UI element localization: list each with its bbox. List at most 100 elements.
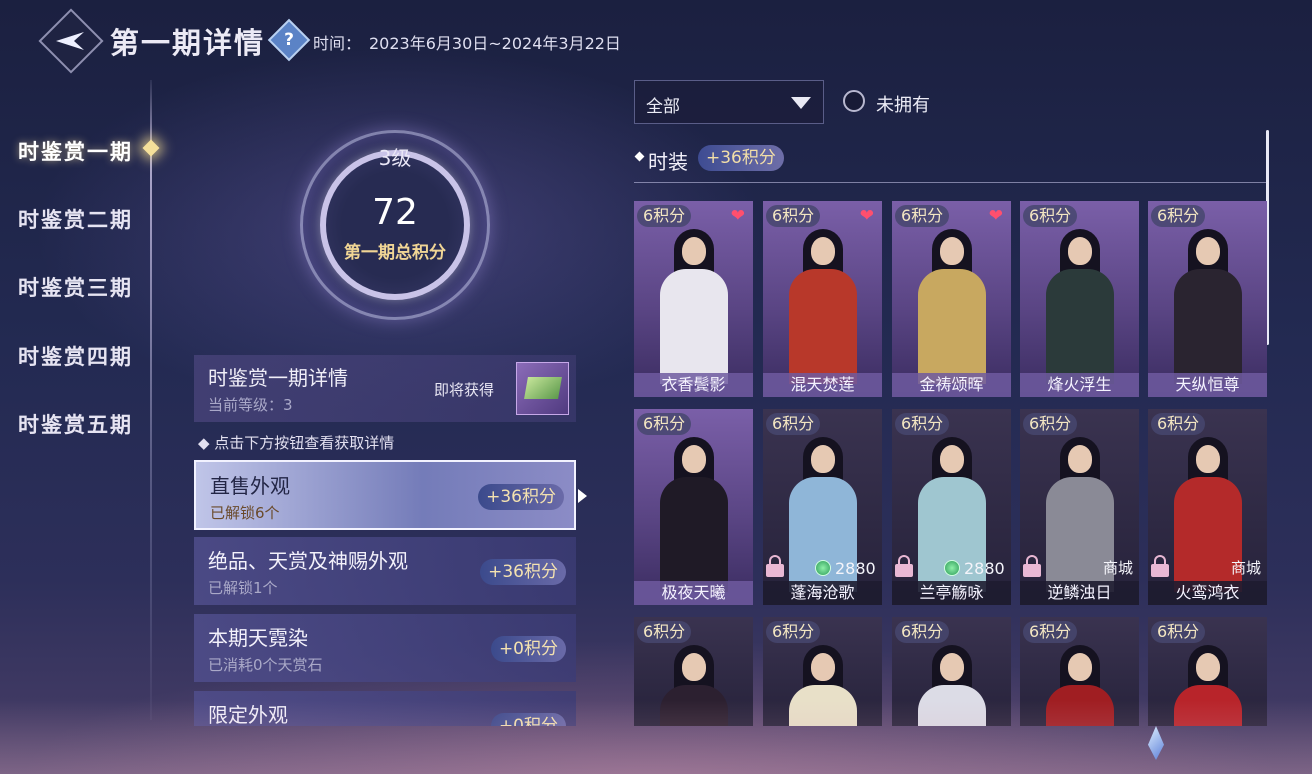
heart-icon[interactable]: ❤ xyxy=(989,208,1003,225)
outfit-card[interactable]: 6积分 ❤ 混天焚莲 xyxy=(763,201,882,397)
lock-icon xyxy=(1151,555,1169,577)
outfit-name: 逆鳞浊日 xyxy=(1020,581,1139,605)
outfit-card[interactable]: 6积分商城逆鳞浊日 xyxy=(1020,409,1139,605)
filter-value: 全部 xyxy=(646,97,680,117)
outfit-card[interactable]: 6积分 xyxy=(634,617,753,726)
outfit-name: 天纵恒尊 xyxy=(1148,373,1267,397)
outfit-points-badge: 6积分 xyxy=(637,205,692,227)
outfit-points-badge: 6积分 xyxy=(766,621,821,643)
question-icon[interactable]: ? xyxy=(267,18,311,62)
outfit-price: 2880 xyxy=(835,559,876,578)
outfit-points-badge: 6积分 xyxy=(895,413,950,435)
filter-dropdown[interactable]: 全部 xyxy=(634,80,824,124)
total-score-label: 第一期总积分 xyxy=(344,243,446,263)
outfit-shop-label: 商城 xyxy=(1102,559,1133,577)
section-divider xyxy=(634,182,1268,183)
page-title: 第一期详情 xyxy=(110,26,266,60)
category-limited[interactable]: 限定外观 +0积分 xyxy=(194,691,576,726)
category-badge: +0积分 xyxy=(490,636,566,662)
outfit-name: 金祷颂晖 xyxy=(892,373,1011,397)
lock-icon xyxy=(766,555,784,577)
outfit-card[interactable]: 6积分极夜天曦 xyxy=(634,409,753,605)
outfit-points-badge: 6积分 xyxy=(1023,205,1078,227)
outfit-figure xyxy=(1040,639,1120,726)
category-title: 绝品、天赏及神赐外观 xyxy=(208,549,408,573)
category-title: 限定外观 xyxy=(208,703,288,726)
nav-item-phase-3[interactable]: 时鉴赏三期 xyxy=(18,272,133,302)
detail-title: 时鉴赏一期详情 xyxy=(208,366,348,390)
outfit-name: 火鸾鸿衣 xyxy=(1148,581,1267,605)
crystal-icon xyxy=(1148,726,1164,760)
category-premium[interactable]: 绝品、天赏及神赐外观 已解锁1个 +36积分 xyxy=(194,537,576,605)
outfit-points-badge: 6积分 xyxy=(637,621,692,643)
outfit-card[interactable]: 6积分 2880 蓬海沧歌 xyxy=(763,409,882,605)
outfit-card[interactable]: 6积分 天纵恒尊 xyxy=(1148,201,1267,397)
selected-arrow-icon xyxy=(578,489,587,503)
nav-divider xyxy=(150,80,152,720)
outfit-name: 蓬海沧歌 xyxy=(763,581,882,605)
outfit-points-badge: 6积分 xyxy=(1023,621,1078,643)
lock-icon xyxy=(895,555,913,577)
outfit-card[interactable]: 6积分 xyxy=(1020,617,1139,726)
outfit-name: 烽火浮生 xyxy=(1020,373,1139,397)
outfit-card[interactable]: 6积分 xyxy=(763,617,882,726)
category-badge: +36积分 xyxy=(478,484,564,510)
category-title: 直售外观 xyxy=(210,474,290,498)
question-glyph: ? xyxy=(284,30,294,50)
nav-item-phase-2[interactable]: 时鉴赏二期 xyxy=(18,204,133,234)
unowned-radio[interactable] xyxy=(843,90,865,112)
lock-icon xyxy=(1023,555,1041,577)
outfit-figure xyxy=(783,639,863,726)
category-direct-sale[interactable]: 直售外观 已解锁6个 +36积分 xyxy=(194,460,576,530)
outfit-card[interactable]: 6积分 商城 火鸾鸿衣 xyxy=(1148,409,1267,605)
outfit-points-badge: 6积分 xyxy=(895,205,950,227)
outfit-figure xyxy=(654,223,734,384)
back-button[interactable] xyxy=(38,8,104,74)
chevron-down-icon xyxy=(791,97,811,109)
category-title: 本期天霓染 xyxy=(208,626,308,650)
time-label: 时间： xyxy=(313,34,362,53)
outfit-figure xyxy=(912,223,992,384)
heart-icon[interactable]: ❤ xyxy=(731,208,745,225)
nav-item-phase-5[interactable]: 时鉴赏五期 xyxy=(18,409,133,439)
category-sub: 已解锁6个 xyxy=(210,504,280,522)
outfit-name: 兰亭觞咏 xyxy=(892,581,1011,605)
current-level: 当前等级：3 xyxy=(208,396,293,414)
outfit-card[interactable]: 6积分 xyxy=(1148,617,1267,726)
outfit-figure xyxy=(912,639,992,726)
category-dye[interactable]: 本期天霓染 已消耗0个天赏石 +0积分 xyxy=(194,614,576,682)
outfit-card[interactable]: 6积分烽火浮生 xyxy=(1020,201,1139,397)
outfit-card[interactable]: 6积分 xyxy=(892,617,1011,726)
category-sub: 已解锁1个 xyxy=(208,579,278,597)
active-marker-icon xyxy=(142,139,160,157)
outfit-name: 衣香鬓影 xyxy=(634,373,753,397)
outfit-figure xyxy=(1168,223,1248,384)
category-badge: +36积分 xyxy=(480,559,566,585)
outfit-shop-label: 商城 xyxy=(1230,559,1261,577)
hint-text: ◆ 点击下方按钮查看获取详情 xyxy=(198,434,395,452)
section-title: 时装 xyxy=(648,150,688,174)
category-sub: 已消耗0个天赏石 xyxy=(208,656,323,674)
outfit-card[interactable]: 6积分 ❤ 衣香鬓影 xyxy=(634,201,753,397)
outfit-figure xyxy=(654,431,734,592)
outfit-price: 2880 xyxy=(964,559,1005,578)
outfit-figure xyxy=(1168,639,1248,726)
unowned-label[interactable]: 未拥有 xyxy=(876,91,930,117)
nav-item-phase-1[interactable]: 时鉴赏一期 xyxy=(18,136,133,166)
back-arrow-icon xyxy=(56,32,84,50)
outfit-card[interactable]: 6积分 ❤ 金祷颂晖 xyxy=(892,201,1011,397)
reward-item-icon[interactable] xyxy=(516,362,569,415)
heart-icon[interactable]: ❤ xyxy=(860,208,874,225)
outfit-name: 极夜天曦 xyxy=(634,581,753,605)
outfit-points-badge: 6积分 xyxy=(1023,413,1078,435)
outfit-points-badge: 6积分 xyxy=(1151,621,1206,643)
total-score: 72 xyxy=(372,192,418,233)
outfit-card[interactable]: 6积分 2880 兰亭觞咏 xyxy=(892,409,1011,605)
level-text: 3级 xyxy=(378,146,412,170)
nav-item-phase-4[interactable]: 时鉴赏四期 xyxy=(18,341,133,371)
outfit-points-badge: 6积分 xyxy=(637,413,692,435)
outfit-points-badge: 6积分 xyxy=(766,205,821,227)
section-diamond-icon xyxy=(634,151,645,162)
outfit-points-badge: 6积分 xyxy=(895,621,950,643)
outfit-figure xyxy=(654,639,734,726)
